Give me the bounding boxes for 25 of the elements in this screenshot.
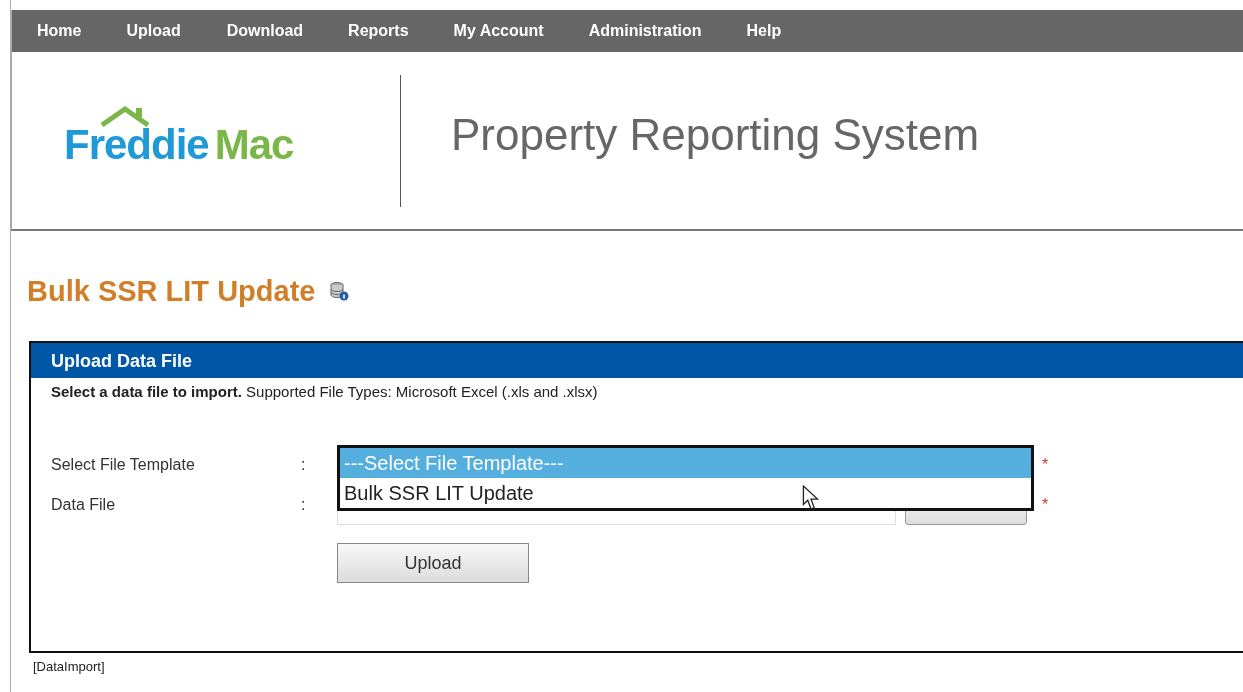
separator-text: :	[301, 456, 307, 474]
required-mark: *	[1042, 456, 1049, 474]
nav-link[interactable]: My Account	[453, 22, 544, 40]
separator-text: :	[301, 496, 307, 514]
footer-text: [DataImport]	[33, 659, 106, 674]
mouse-cursor-icon	[802, 485, 820, 511]
dropdown-option[interactable]: Bulk SSR LIT Update	[340, 478, 1031, 508]
field-label: Select File Template	[51, 456, 196, 474]
system-title: Property Reporting System	[451, 109, 980, 160]
required-mark: *	[1042, 496, 1049, 514]
nav-link[interactable]: Help	[746, 22, 782, 40]
field-label: Data File	[51, 496, 117, 514]
panel-title: Upload Data File	[31, 343, 1243, 378]
dropdown-list[interactable]: ---Select File Template--- Bulk SSR LIT Update	[337, 445, 1034, 511]
nav-link[interactable]: Home	[37, 22, 82, 40]
nav-link[interactable]: Administration	[588, 22, 702, 40]
house-roof-icon	[100, 104, 150, 127]
nav-link[interactable]: Download	[226, 22, 304, 40]
nav-link[interactable]: Upload	[126, 22, 181, 40]
nav-link[interactable]: Reports	[348, 22, 409, 40]
logo-text: Freddie Mac	[64, 120, 294, 169]
database-info-icon	[329, 281, 350, 301]
upload-button[interactable]: Upload	[337, 543, 529, 583]
page-title: Bulk SSR LIT Update	[27, 274, 316, 308]
description-text: Select a data file to import. Supported File Types: Microsoft Excel (.xls and .xlsx)	[50, 382, 599, 400]
